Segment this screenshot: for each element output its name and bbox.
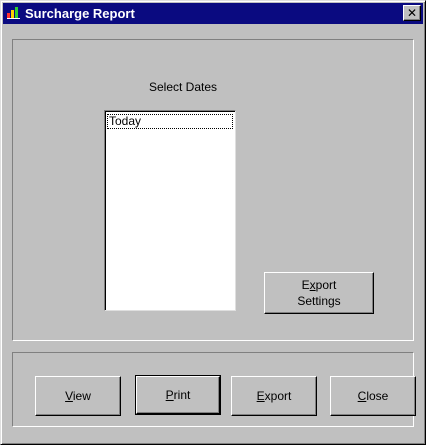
print-button-label: Print <box>165 388 191 402</box>
action-buttons-group: View Print Export Close <box>12 352 416 427</box>
export-settings-line2: Settings <box>297 294 341 308</box>
list-item-today[interactable]: Today <box>107 114 233 129</box>
surcharge-report-window: Surcharge Report ✕ Select Dates Today Ex… <box>0 0 426 445</box>
title-bar[interactable]: Surcharge Report ✕ <box>3 3 423 24</box>
export-settings-button[interactable]: Export Settings <box>264 272 374 314</box>
export-settings-line1: Export <box>301 278 337 292</box>
view-button[interactable]: View <box>35 376 121 416</box>
close-button-label: Close <box>357 389 389 403</box>
close-icon: ✕ <box>406 6 418 20</box>
window-title: Surcharge Report <box>25 6 135 21</box>
dates-listbox[interactable]: Today <box>104 110 236 311</box>
view-button-label: View <box>65 389 91 403</box>
export-button[interactable]: Export <box>231 376 317 416</box>
close-window-button[interactable]: ✕ <box>403 5 421 21</box>
select-dates-label: Select Dates <box>148 80 218 94</box>
date-selection-group: Select Dates Today Export Settings <box>12 39 414 341</box>
print-button[interactable]: Print <box>135 375 221 415</box>
close-button[interactable]: Close <box>330 376 416 416</box>
export-button-label: Export <box>256 389 292 403</box>
app-icon <box>7 7 20 19</box>
